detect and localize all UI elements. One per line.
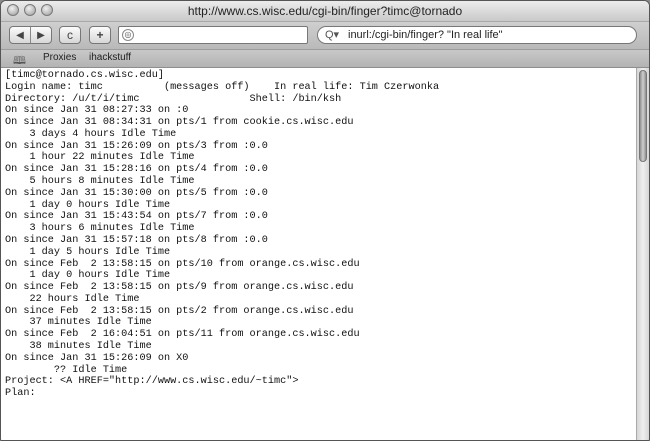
- browser-window: http://www.cs.wisc.edu/cgi-bin/finger?ti…: [0, 0, 650, 441]
- bookmarks-bar: 🕮 Proxies ihackstuff: [1, 50, 649, 68]
- page-content: [timc@tornado.cs.wisc.edu] Login name: ti…: [1, 68, 636, 440]
- output-line: 22 hours Idle Time: [5, 293, 140, 305]
- output-line: 37 minutes Idle Time: [5, 317, 152, 329]
- output-line: 38 minutes Idle Time: [5, 340, 152, 352]
- site-icon: ◎: [122, 29, 134, 41]
- output-line: 1 hour 22 minutes Idle Time: [5, 152, 195, 164]
- finger-output: [timc@tornado.cs.wisc.edu] Login name: ti…: [1, 68, 636, 400]
- bookmark-ihackstuff[interactable]: ihackstuff: [89, 52, 131, 63]
- output-line: 1 day 5 hours Idle Time: [5, 246, 171, 258]
- output-line: Directory: /u/t/i/timc Shell: /bin/ksh: [5, 93, 342, 105]
- output-line: On since Jan 31 15:26:09 on pts/3 from :…: [5, 140, 268, 152]
- output-line: On since Jan 31 08:27:33 on :0: [5, 105, 189, 117]
- output-line: On since Jan 31 15:43:54 on pts/7 from :…: [5, 211, 268, 223]
- title-bar: http://www.cs.wisc.edu/cgi-bin/finger?ti…: [1, 1, 649, 22]
- back-forward-control: ◀ ▶: [9, 26, 52, 44]
- output-line: On since Feb 2 13:58:15 on pts/10 from o…: [5, 258, 360, 270]
- output-line: On since Feb 2 13:58:15 on pts/9 from or…: [5, 282, 354, 294]
- output-line: Login name: timc (messages off) In real …: [5, 81, 440, 93]
- output-line: On since Jan 31 08:34:31 on pts/1 from c…: [5, 117, 354, 129]
- search-field[interactable]: Q▾ inurl:/cgi-bin/finger? "In real life": [317, 26, 637, 44]
- search-icon[interactable]: Q▾: [325, 28, 339, 41]
- navigation-toolbar: ◀ ▶ c + ◎ Q▾ inurl:/cgi-bin/finger? "In …: [1, 22, 649, 50]
- address-field[interactable]: ◎: [118, 26, 308, 44]
- reload-button[interactable]: c: [59, 26, 81, 44]
- window-title: http://www.cs.wisc.edu/cgi-bin/finger?ti…: [187, 4, 463, 18]
- plus-icon: +: [96, 28, 104, 42]
- output-line: 5 hours 8 minutes Idle Time: [5, 176, 195, 188]
- output-line: On since Jan 31 15:26:09 on X0: [5, 352, 189, 364]
- bookmark-proxies[interactable]: Proxies: [43, 52, 76, 63]
- output-line: 3 days 4 hours Idle Time: [5, 128, 177, 140]
- search-query: inurl:/cgi-bin/finger? "In real life": [348, 29, 503, 41]
- scrollbar-thumb[interactable]: [639, 70, 647, 162]
- forward-icon[interactable]: ▶: [31, 30, 51, 41]
- back-icon[interactable]: ◀: [10, 30, 30, 41]
- output-line: On since Jan 31 15:28:16 on pts/4 from :…: [5, 164, 268, 176]
- output-line: On since Jan 31 15:30:00 on pts/5 from :…: [5, 187, 268, 199]
- output-line: Project: <A HREF="http://www.cs.wisc.edu…: [5, 376, 299, 388]
- output-line: On since Jan 31 15:57:18 on pts/8 from :…: [5, 234, 268, 246]
- output-line: [timc@tornado.cs.wisc.edu]: [5, 70, 164, 81]
- vertical-scrollbar[interactable]: [636, 68, 649, 440]
- output-line: ?? Idle Time: [5, 364, 128, 376]
- reload-icon: c: [67, 28, 73, 42]
- output-line: On since Feb 2 13:58:15 on pts/2 from or…: [5, 305, 354, 317]
- output-line: 3 hours 6 minutes Idle Time: [5, 223, 195, 235]
- output-line: Plan:: [5, 388, 36, 400]
- output-line: 1 day 0 hours Idle Time: [5, 270, 171, 282]
- output-line: 1 day 0 hours Idle Time: [5, 199, 171, 211]
- add-bookmark-button[interactable]: +: [89, 26, 111, 44]
- output-line: On since Feb 2 16:04:51 on pts/11 from o…: [5, 329, 360, 341]
